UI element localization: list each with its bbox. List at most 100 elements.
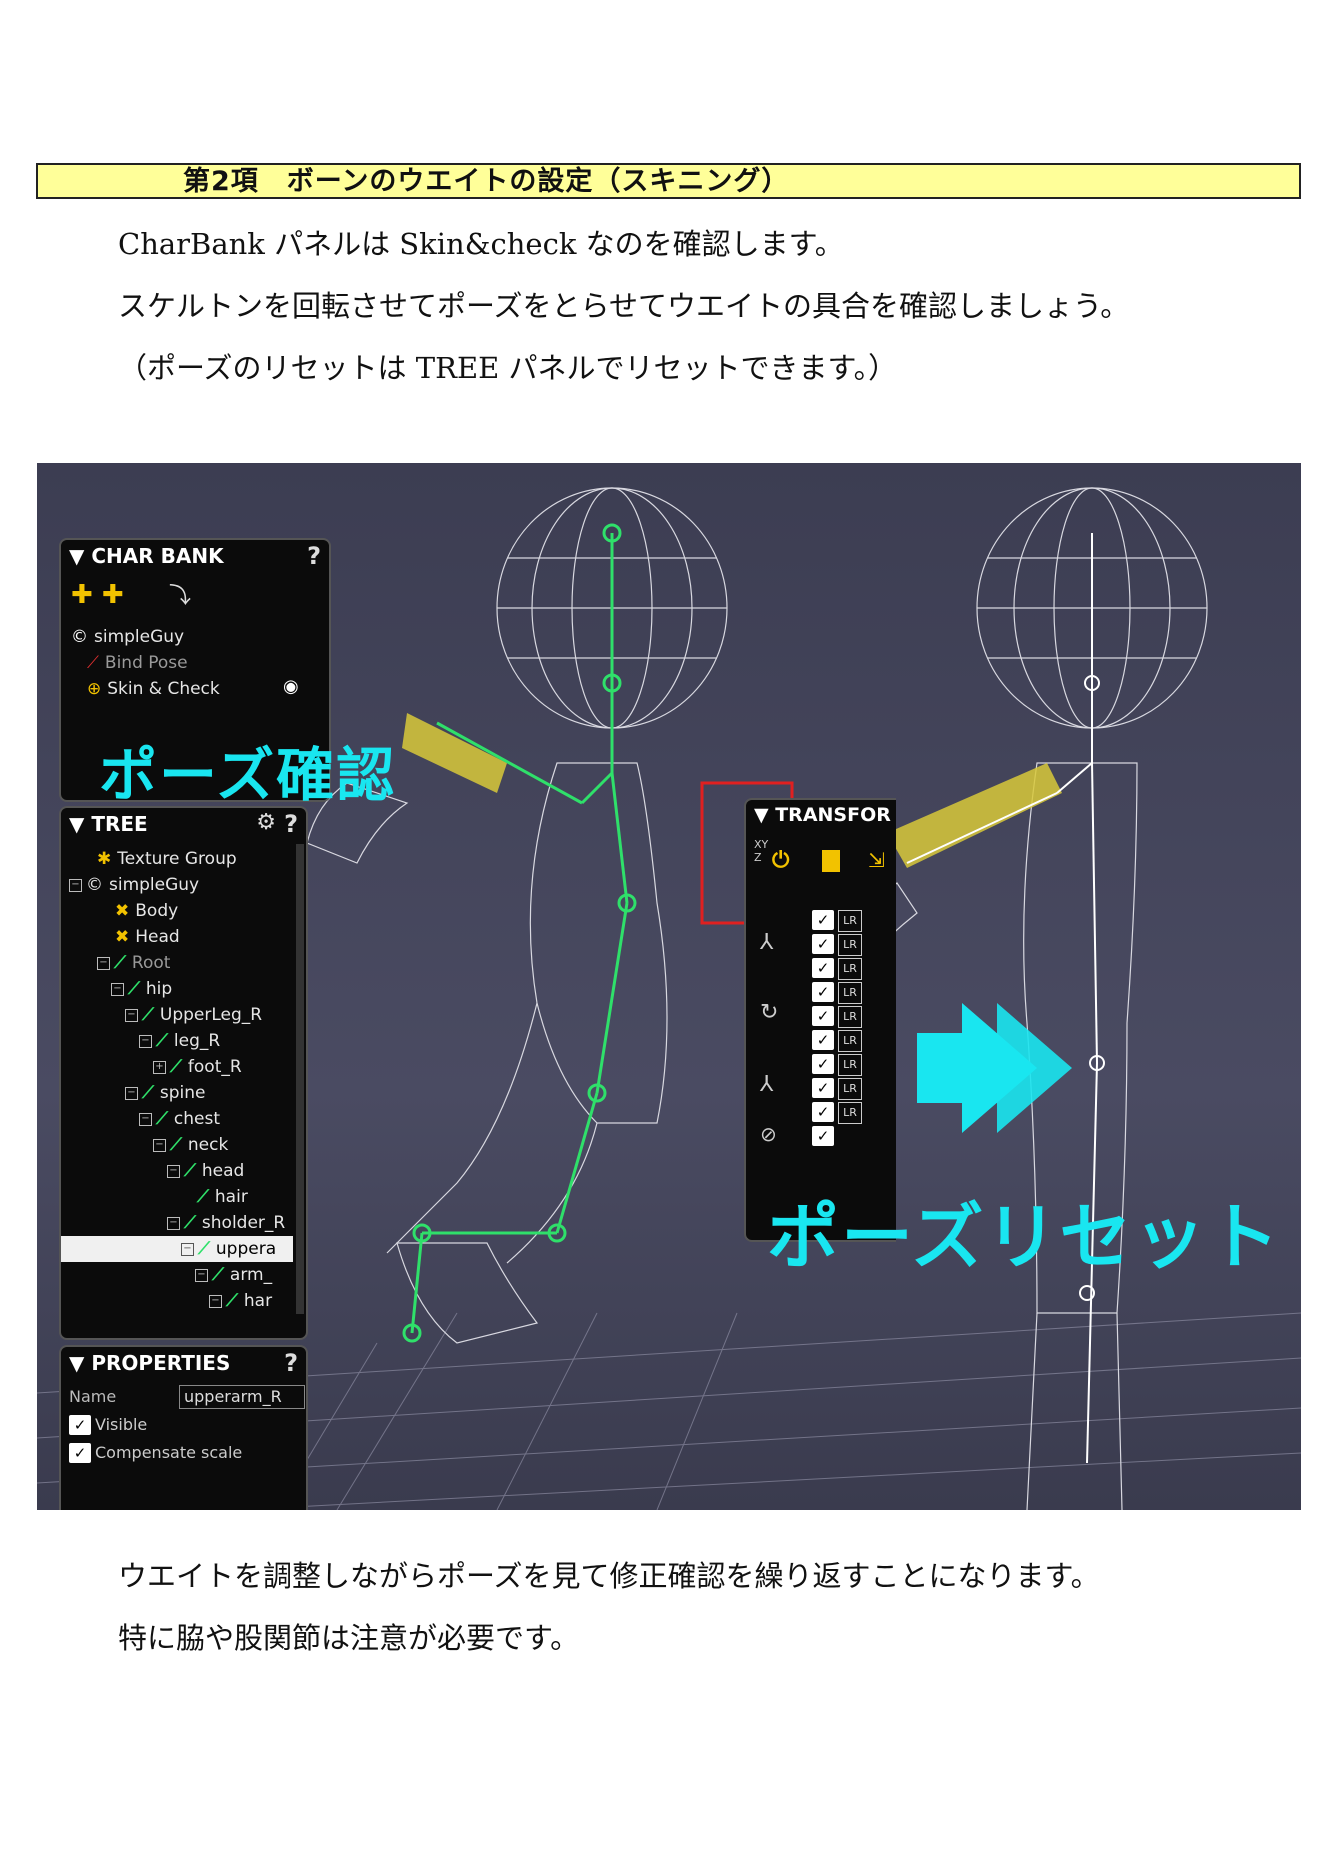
- bone-icon: ⟋: [142, 1005, 154, 1025]
- bone-icon: ⟋: [226, 1291, 238, 1311]
- intro-line-2: スケルトンを回転させてポーズをとらせてウエイトの具合を確認しましょう。: [118, 289, 1130, 323]
- xyz-label: XY Z: [754, 838, 769, 864]
- paste-icon[interactable]: ⇲: [868, 848, 885, 872]
- tree-row-spine[interactable]: − ⟋ spine: [125, 1080, 206, 1106]
- transform-checkbox[interactable]: ✓: [812, 958, 834, 978]
- lr-toggle[interactable]: LR: [838, 934, 862, 956]
- bone-icon: ⟋: [184, 1161, 196, 1181]
- tree-row-sholder-r[interactable]: − ⟋ sholder_R: [167, 1210, 285, 1236]
- scale-icon[interactable]: ⅄: [760, 1072, 773, 1097]
- gear-icon[interactable]: ⚙: [256, 810, 276, 835]
- tree-row-head[interactable]: ✖ Head: [115, 924, 180, 950]
- tree-title: ▼ TREE: [69, 812, 148, 836]
- lr-toggle[interactable]: LR: [838, 1006, 862, 1028]
- eye-icon[interactable]: ◉: [283, 676, 299, 697]
- transform-checkbox[interactable]: ✓: [812, 1102, 834, 1122]
- lr-toggle[interactable]: LR: [838, 1030, 862, 1052]
- outro-line-2: 特に脇や股関節は注意が必要です。: [118, 1621, 580, 1655]
- lr-toggle[interactable]: LR: [838, 1102, 862, 1124]
- properties-title: ▼ PROPERTIES: [69, 1351, 231, 1375]
- tree-row-body[interactable]: ✖ Body: [115, 898, 178, 924]
- reset-skeleton-bones: [906, 533, 1105, 1464]
- tree-row-arm[interactable]: − ⟋ arm_: [195, 1262, 272, 1288]
- lr-toggle[interactable]: LR: [838, 982, 862, 1004]
- compensate-checkbox[interactable]: ✓: [69, 1443, 91, 1463]
- compensate-label: Compensate scale: [95, 1443, 243, 1462]
- mesh-icon: ✖: [115, 901, 130, 921]
- tree-scrollbar[interactable]: [296, 844, 304, 1314]
- copy-icon[interactable]: [822, 850, 840, 872]
- bone-icon: ⟋: [128, 979, 140, 999]
- tree-row-head-bone[interactable]: − ⟋ head: [167, 1158, 244, 1184]
- tree-row-leg-r[interactable]: − ⟋ leg_R: [139, 1028, 220, 1054]
- bone-icon: ⟋: [170, 1057, 182, 1077]
- bone-icon: ⟋: [184, 1213, 196, 1233]
- bone-icon: ⟋: [156, 1031, 168, 1051]
- rotate-icon[interactable]: ↻: [760, 1000, 778, 1025]
- callout-pose-reset: ポーズリセット: [767, 1195, 1282, 1279]
- bone-icon: ⟋: [87, 653, 99, 673]
- intro-line-1: CharBank パネルは Skin&check なのを確認します。: [118, 227, 844, 261]
- tree-row-upperleg-r[interactable]: − ⟋ UpperLeg_R: [125, 1002, 262, 1028]
- intro-line-3: （ポーズのリセットは TREE パネルでリセットできます。）: [118, 351, 898, 385]
- transform-checkbox[interactable]: ✓: [812, 1126, 834, 1146]
- tree-row-chest[interactable]: − ⟋ chest: [139, 1106, 220, 1132]
- tree-row-hand[interactable]: − ⟋ har: [209, 1288, 272, 1314]
- reset-pose-icon[interactable]: ⊘: [760, 1122, 777, 1146]
- charbank-item-skin-check[interactable]: ⊕ Skin & Check: [87, 676, 220, 702]
- charbank-title: ▼ CHAR BANK: [69, 544, 224, 568]
- tree-row-hip[interactable]: − ⟋ hip: [111, 976, 172, 1002]
- tree-row-hair[interactable]: ⟋ hair: [197, 1184, 248, 1210]
- tree-row-root[interactable]: − ⟋ Root: [97, 950, 170, 976]
- help-icon[interactable]: ?: [284, 810, 298, 838]
- callout-pose-check: ポーズ確認: [99, 741, 397, 809]
- bone-icon: ⟋: [212, 1265, 224, 1285]
- power-icon[interactable]: ⏻: [772, 848, 789, 873]
- help-icon[interactable]: ?: [284, 1349, 298, 1377]
- transform-title: ▼ TRANSFOR: [754, 804, 891, 826]
- bone-icon: ⟋: [197, 1187, 209, 1207]
- app-screenshot: ▼ CHAR BANK ? ✚ ✚ ⤵ © simpleGuy ⟋ Bind Pos…: [37, 463, 1301, 1510]
- translate-icon[interactable]: ⅄: [760, 930, 773, 955]
- posed-figure-wireframe: [306, 487, 728, 1344]
- bone-icon: ⟋: [156, 1109, 168, 1129]
- transform-checkbox[interactable]: ✓: [812, 1054, 834, 1074]
- transform-checkbox[interactable]: ✓: [812, 1006, 834, 1026]
- section-header: 第2項 ボーンのウエイトの設定（スキニング）: [36, 163, 1301, 199]
- lr-toggle[interactable]: LR: [838, 1078, 862, 1100]
- tree-row-texture-group[interactable]: ✱ Texture Group: [97, 846, 237, 872]
- charbank-item-simpleguy[interactable]: © simpleGuy: [71, 624, 184, 650]
- name-field[interactable]: upperarm_R: [179, 1385, 305, 1409]
- transform-panel: ▼ TRANSFOR XY Z ⏻ ⇲ ⅄ ↻ ⅄ ⊘ ✓ LR ✓ LR ✓ LR …: [744, 798, 896, 1242]
- bone-icon: ⟋: [198, 1239, 210, 1259]
- tree-row-neck[interactable]: − ⟋ neck: [153, 1132, 228, 1158]
- transform-checkbox[interactable]: ✓: [812, 934, 834, 954]
- pose-icon[interactable]: ⤵: [169, 578, 191, 610]
- visible-label: Visible: [95, 1415, 148, 1434]
- help-icon[interactable]: ?: [307, 542, 321, 570]
- weight-highlight-right: [887, 763, 1062, 868]
- tree-panel: ▼ TREE ? ⚙ ✱ Texture Group − © simpleGuy ✖ B…: [59, 806, 308, 1340]
- transform-checkbox[interactable]: ✓: [812, 910, 834, 930]
- texture-icon: ✱: [97, 849, 112, 869]
- mesh-icon: ✖: [115, 927, 130, 947]
- charbank-item-bind-pose[interactable]: ⟋ Bind Pose: [87, 650, 188, 676]
- lr-toggle[interactable]: LR: [838, 958, 862, 980]
- character-icon: ©: [71, 627, 88, 647]
- bone-icon: ⟋: [114, 953, 126, 973]
- outro-line-1: ウエイトを調整しながらポーズを見て修正確認を繰り返すことになります。: [118, 1559, 1100, 1593]
- name-label: Name: [69, 1387, 117, 1406]
- tree-row-foot-r[interactable]: + ⟋ foot_R: [153, 1054, 242, 1080]
- visible-checkbox[interactable]: ✓: [69, 1415, 91, 1435]
- transform-checkbox[interactable]: ✓: [812, 1030, 834, 1050]
- lr-toggle[interactable]: LR: [838, 1054, 862, 1076]
- bone-icon: ⟋: [142, 1083, 154, 1103]
- tree-row-simpleguy[interactable]: − © simpleGuy: [69, 872, 199, 898]
- tree-row-upperarm-selected[interactable]: − ⟋ uppera: [61, 1236, 293, 1262]
- transform-checkbox[interactable]: ✓: [812, 982, 834, 1002]
- lr-toggle[interactable]: LR: [838, 910, 862, 932]
- skeleton-bones: [402, 523, 637, 1343]
- section-title: 第2項 ボーンのウエイトの設定（スキニング）: [183, 166, 790, 197]
- transform-checkbox[interactable]: ✓: [812, 1078, 834, 1098]
- add-character-icon[interactable]: ✚ ✚: [71, 580, 124, 610]
